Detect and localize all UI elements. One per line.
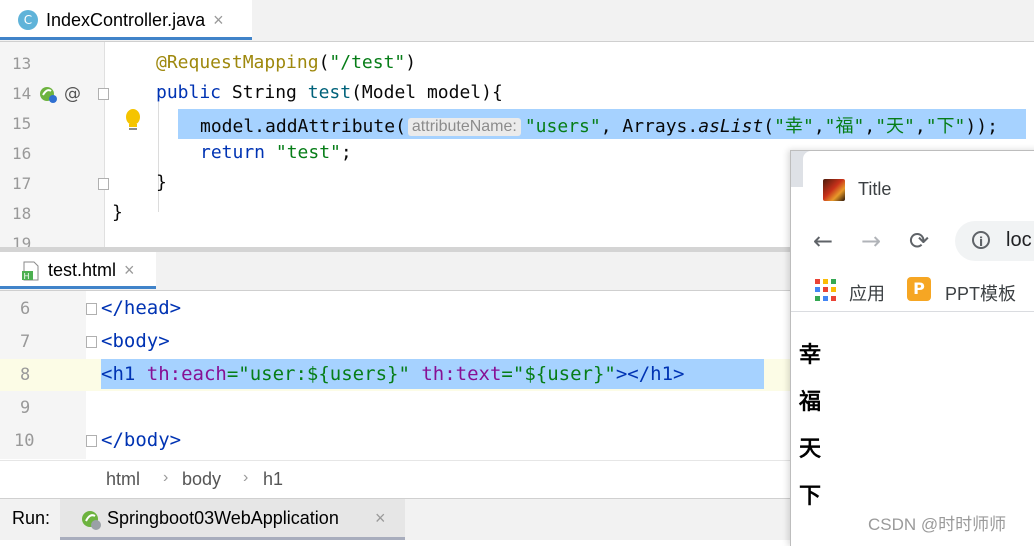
spring-run-icon bbox=[82, 511, 101, 530]
apps-grid-icon[interactable] bbox=[815, 279, 837, 301]
line-number: 15 bbox=[12, 114, 32, 133]
code-line-10: </body> bbox=[101, 429, 182, 451]
favicon-icon bbox=[823, 179, 845, 201]
forward-arrow-icon[interactable]: → bbox=[861, 227, 881, 255]
spring-bean-icon[interactable] bbox=[38, 85, 60, 105]
svg-text:H: H bbox=[24, 272, 30, 281]
tab-label: IndexController.java bbox=[46, 9, 206, 30]
breadcrumb-item-body[interactable]: body bbox=[182, 469, 221, 490]
code-line-13: @RequestMapping("/test") bbox=[156, 52, 417, 73]
page-heading-item: 幸 bbox=[799, 343, 822, 368]
line-number: 6 bbox=[20, 299, 31, 319]
active-tab-indicator bbox=[0, 37, 252, 40]
fold-marker-icon[interactable] bbox=[86, 435, 97, 447]
close-icon[interactable]: × bbox=[375, 508, 386, 529]
address-bar-url[interactable]: loc bbox=[1006, 229, 1032, 252]
code-line-15: model.addAttribute(attributeName: "users"… bbox=[200, 116, 998, 137]
tab-index-controller[interactable]: C IndexController.java × bbox=[0, 0, 252, 40]
active-tab-indicator bbox=[0, 286, 156, 289]
run-app-label: Springboot03WebApplication bbox=[107, 508, 339, 528]
code-line-16: return "test"; bbox=[200, 142, 352, 163]
line-number: 16 bbox=[12, 144, 32, 163]
fold-marker-icon[interactable] bbox=[98, 88, 109, 100]
fold-marker-icon[interactable] bbox=[98, 178, 109, 190]
bookmark-apps[interactable]: 应用 bbox=[849, 280, 885, 306]
tab-close-icon[interactable]: × bbox=[124, 260, 135, 281]
java-class-icon: C bbox=[18, 10, 38, 30]
info-icon[interactable]: i bbox=[972, 231, 990, 249]
tab-close-icon[interactable]: × bbox=[213, 10, 224, 31]
at-mapping-icon[interactable]: @ bbox=[64, 84, 81, 104]
run-tab-springboot-app[interactable]: Springboot03WebApplication × bbox=[60, 499, 405, 540]
browser-tab-title: Title bbox=[858, 179, 892, 199]
line-number: 14 bbox=[12, 84, 32, 103]
line-number: 13 bbox=[12, 54, 32, 73]
page-heading-item: 福 bbox=[799, 390, 822, 415]
code-line-14: public String test(Model model){ bbox=[156, 82, 503, 103]
tab-test-html[interactable]: H test.html × bbox=[0, 252, 156, 289]
line-number: 18 bbox=[12, 204, 32, 223]
back-arrow-icon[interactable]: ← bbox=[813, 227, 833, 255]
chevron-right-icon: › bbox=[163, 469, 169, 486]
line-number: 7 bbox=[20, 332, 31, 352]
chevron-right-icon: › bbox=[243, 469, 249, 486]
line-number: 17 bbox=[12, 174, 32, 193]
code-line-17: } bbox=[156, 172, 167, 193]
line-number: 9 bbox=[20, 398, 31, 418]
line-number: 10 bbox=[14, 431, 35, 451]
run-label: Run: bbox=[12, 508, 51, 528]
code-line-6: </head> bbox=[101, 297, 182, 319]
page-heading-item: 天 bbox=[799, 437, 822, 462]
watermark-text: CSDN @时时师师 bbox=[868, 515, 1007, 534]
breadcrumb-item-h1[interactable]: h1 bbox=[263, 469, 283, 490]
code-line-8: <h1 th:each="user:${users}" th:text="${u… bbox=[101, 363, 685, 385]
tab-label: test.html bbox=[48, 260, 117, 280]
page-heading-item: 下 bbox=[799, 484, 822, 509]
breadcrumb-item-html[interactable]: html bbox=[106, 469, 140, 490]
editor-tab-bar-top: C IndexController.java × bbox=[0, 0, 1034, 42]
code-line-7: <body> bbox=[101, 330, 170, 352]
fold-marker-icon[interactable] bbox=[86, 336, 97, 348]
reload-icon[interactable]: ⟳ bbox=[909, 227, 929, 255]
bookmark-ppt[interactable]: PPT模板 bbox=[945, 280, 1016, 306]
code-line-18: } bbox=[112, 202, 123, 223]
lightbulb-icon[interactable] bbox=[124, 108, 142, 134]
line-number: 19 bbox=[12, 234, 32, 247]
fold-marker-icon[interactable] bbox=[86, 303, 97, 315]
browser-window: Title ← → ⟳ i loc 应用 P PPT模板 幸 福 天 下 bbox=[790, 150, 1034, 546]
line-number: 8 bbox=[20, 365, 31, 385]
parameter-hint: attributeName: bbox=[407, 118, 521, 136]
html-file-icon: H bbox=[22, 261, 40, 281]
ppt-logo-icon: P bbox=[907, 277, 931, 301]
